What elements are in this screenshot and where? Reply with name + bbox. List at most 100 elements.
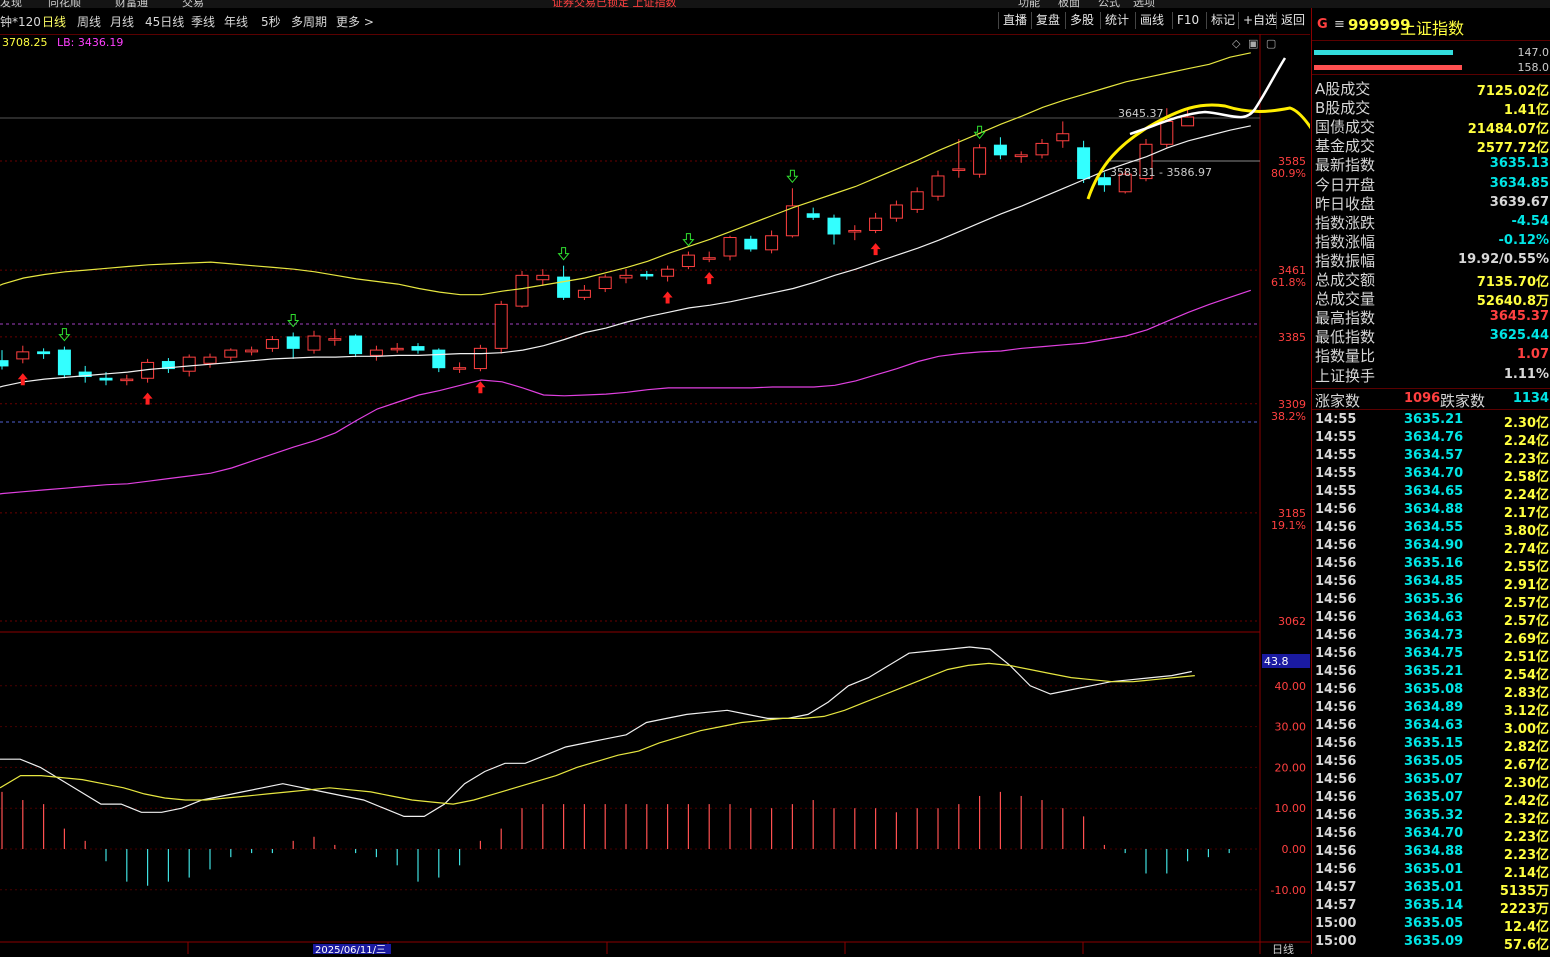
candle-body[interactable] [1181,116,1195,127]
candle-body[interactable] [557,276,571,298]
candle-body[interactable] [1097,177,1111,186]
candle-body[interactable] [265,339,279,349]
tick-row[interactable]: 14:56 3635.32 2.32亿 [1312,808,1550,827]
diamond-icon[interactable]: ◇ [1232,37,1240,50]
candle-body[interactable] [37,351,51,355]
toolbar-button[interactable]: 直播 [998,12,1031,29]
period-tab[interactable]: 更多 > [336,13,374,30]
top-menu-item[interactable]: 交易 [182,0,204,8]
period-tab[interactable]: 多周期 [291,13,327,30]
candle-body[interactable] [598,276,612,290]
kline-chart-area[interactable]: 3585 80.9% 3461 61.8% 3385 3309 38.2% 3185 19.1%… [0,34,1370,956]
top-menu-item[interactable]: 功能 [1018,0,1040,8]
toolbar-button[interactable]: 复盘 [1031,12,1064,29]
candle-body[interactable] [765,235,779,251]
tick-row[interactable]: 15:00 3635.05 12.4亿 [1312,916,1550,935]
tick-row[interactable]: 15:00 3635.09 57.6亿 [1312,934,1550,953]
top-menu-item[interactable]: 同花顺 [48,0,81,8]
candle-body[interactable] [723,237,737,257]
candle-body[interactable] [453,367,467,370]
menu-icon[interactable]: ≡ [1334,17,1345,32]
tick-row[interactable]: 14:56 3634.88 2.23亿 [1312,844,1550,863]
candle-body[interactable] [869,217,883,231]
tick-row[interactable]: 14:55 3635.21 2.30亿 [1312,412,1550,431]
candle-body[interactable] [661,268,675,277]
candle-body[interactable] [910,191,924,210]
candle-body[interactable] [286,336,300,349]
candle-body[interactable] [952,168,966,171]
period-tab[interactable]: 45日线 [145,13,184,30]
top-menu-item[interactable]: 证券交易已锁定 上证指数 [552,0,677,8]
candle-body[interactable] [432,349,446,369]
toolbar-button[interactable]: +自选 [1238,12,1281,29]
tick-row[interactable]: 14:56 3635.21 2.54亿 [1312,664,1550,683]
tick-row[interactable]: 14:56 3634.85 2.91亿 [1312,574,1550,593]
tick-row[interactable]: 14:56 3634.90 2.74亿 [1312,538,1550,557]
period-tab[interactable]: 日线 [42,13,66,30]
top-menu-item[interactable]: 发现 [0,0,22,8]
candle-body[interactable] [120,378,134,382]
tick-row[interactable]: 14:56 3634.75 2.51亿 [1312,646,1550,665]
candle-body[interactable] [369,349,383,356]
candle-body[interactable] [57,349,71,376]
candle-body[interactable] [619,274,633,279]
candle-body[interactable] [973,147,987,175]
tick-row[interactable]: 14:56 3634.63 2.57亿 [1312,610,1550,629]
tick-row[interactable]: 14:57 3635.14 2223万 [1312,898,1550,917]
period-tab[interactable]: 月线 [110,13,134,30]
toolbar-button[interactable]: 标记 [1206,12,1239,29]
tick-row[interactable]: 14:56 3635.08 2.83亿 [1312,682,1550,701]
candle-body[interactable] [577,289,591,298]
toolbar-button[interactable]: F10 [1172,12,1203,29]
tick-row[interactable]: 14:56 3635.16 2.55亿 [1312,556,1550,575]
toolbar-button[interactable]: 画线 [1135,12,1168,29]
tick-row[interactable]: 14:56 3635.05 2.67亿 [1312,754,1550,773]
candle-body[interactable] [494,303,508,349]
top-menu-item[interactable]: 公式 [1098,0,1120,8]
candle-body[interactable] [99,377,113,381]
tick-row[interactable]: 14:56 3634.63 3.00亿 [1312,718,1550,737]
top-menu-item[interactable]: 财富通 [115,0,148,8]
tick-row[interactable]: 14:56 3635.15 2.82亿 [1312,736,1550,755]
candle-body[interactable] [827,217,841,235]
tick-row[interactable]: 14:55 3634.76 2.24亿 [1312,430,1550,449]
tick-row[interactable]: 14:56 3635.07 2.42亿 [1312,790,1550,809]
period-tab[interactable]: 周线 [77,13,101,30]
kline-chart-svg[interactable]: 358580.9%346161.8%3385330938.2%318519.1%… [0,34,1370,956]
tick-row[interactable]: 14:55 3634.70 2.58亿 [1312,466,1550,485]
candle-body[interactable] [1160,120,1174,145]
candle-body[interactable] [1056,133,1070,142]
period-tab[interactable]: 季线 [191,13,215,30]
candle-body[interactable] [536,274,550,281]
tick-row[interactable]: 14:56 3635.01 2.14亿 [1312,862,1550,881]
candle-body[interactable] [848,229,862,233]
top-menu-item[interactable]: 选项 [1133,0,1155,8]
tick-row[interactable]: 14:56 3634.73 2.69亿 [1312,628,1550,647]
toolbar-button[interactable]: 多股 [1065,12,1098,29]
tick-row[interactable]: 14:57 3635.01 5135万 [1312,880,1550,899]
candle-body[interactable] [328,338,342,341]
candle-body[interactable] [744,238,758,250]
square-icon[interactable]: ▣ [1248,37,1258,50]
tick-row[interactable]: 14:56 3635.36 2.57亿 [1312,592,1550,611]
tick-row[interactable]: 14:56 3634.89 3.12亿 [1312,700,1550,719]
top-menu-item[interactable]: 板面 [1058,0,1080,8]
candle-body[interactable] [889,204,903,219]
candle-body[interactable] [1014,154,1028,158]
period-tab[interactable]: 5秒 [261,13,281,30]
box-icon[interactable]: ▢ [1266,37,1276,50]
candle-body[interactable] [785,205,799,237]
candle-body[interactable] [203,356,217,364]
candle-body[interactable] [681,254,695,268]
candle-body[interactable] [931,175,945,197]
tick-row[interactable]: 14:56 3634.55 3.80亿 [1312,520,1550,539]
candle-body[interactable] [515,274,529,307]
candle-body[interactable] [224,349,238,358]
candle-body[interactable] [349,335,363,355]
candle-body[interactable] [390,347,404,351]
candle-body[interactable] [640,273,654,277]
candle-body[interactable] [993,144,1007,156]
candle-body[interactable] [307,335,321,351]
toolbar-button[interactable]: 统计 [1100,12,1133,29]
tick-row[interactable]: 14:55 3634.57 2.23亿 [1312,448,1550,467]
